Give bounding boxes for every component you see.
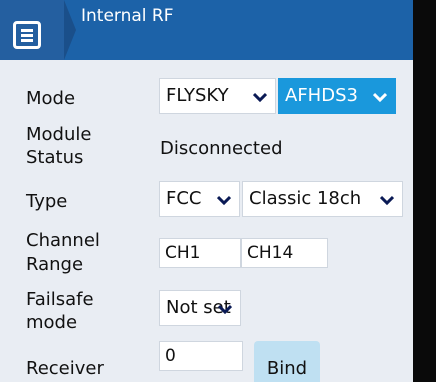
type-channels-value: Classic 18ch: [249, 188, 362, 209]
chevron-down-icon: [373, 92, 387, 103]
header: Internal RF: [0, 0, 436, 60]
module-status-value: Disconnected: [160, 138, 283, 159]
module-status-label-line1: Module: [26, 124, 92, 145]
mode-label: Mode: [26, 88, 76, 109]
failsafe-mode-select[interactable]: Not set: [159, 290, 241, 326]
failsafe-label-line1: Failsafe: [26, 289, 94, 310]
channel-start-value: CH1: [165, 243, 201, 263]
chevron-down-icon: [380, 195, 394, 206]
channel-range-label-line1: Channel: [26, 230, 100, 251]
receiver-number-value: 0: [165, 346, 176, 366]
channel-end-field[interactable]: CH14: [241, 238, 328, 268]
type-channels-select[interactable]: Classic 18ch: [242, 181, 403, 217]
receiver-number-field[interactable]: 0: [159, 341, 243, 371]
mode-protocol-value: FLYSKY: [166, 85, 229, 106]
bind-button-label: Bind: [266, 358, 308, 379]
module-status-label-line2: Status: [26, 147, 84, 168]
type-region-select[interactable]: FCC: [159, 181, 240, 217]
type-label: Type: [26, 191, 68, 212]
menu-icon[interactable]: [13, 21, 41, 49]
chevron-down-icon: [253, 92, 267, 103]
header-tab-separator: [64, 0, 76, 60]
channel-range-label-line2: Range: [26, 254, 84, 275]
channel-start-field[interactable]: CH1: [159, 238, 241, 268]
chevron-down-icon: [218, 304, 232, 315]
mode-subtype-value: AFHDS3: [285, 85, 358, 106]
type-region-value: FCC: [166, 188, 202, 209]
receiver-label: Receiver: [26, 358, 104, 379]
channel-end-value: CH14: [247, 243, 294, 263]
chevron-down-icon: [217, 195, 231, 206]
mode-subtype-select[interactable]: AFHDS3: [278, 78, 396, 114]
failsafe-label-line2: mode: [26, 312, 78, 333]
page-title: Internal RF: [81, 6, 174, 26]
mode-protocol-select[interactable]: FLYSKY: [159, 78, 276, 114]
bind-button[interactable]: Bind: [254, 341, 320, 382]
